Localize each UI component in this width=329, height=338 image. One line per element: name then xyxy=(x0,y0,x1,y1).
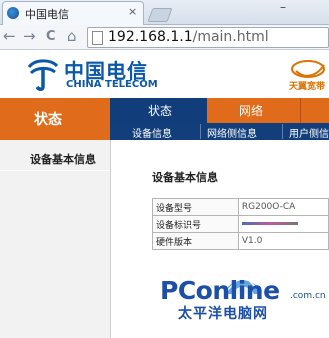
section-label: 状态 xyxy=(34,112,62,128)
row-value-redacted xyxy=(237,215,329,233)
subnav-divider xyxy=(200,124,201,139)
row-key: 设备型号 xyxy=(152,198,239,216)
subnav-user-side-info[interactable]: 用户侧信 xyxy=(289,125,329,140)
table-row: 设备标识号 xyxy=(152,215,329,233)
home-icon[interactable]: ⌂ xyxy=(67,29,77,44)
row-value: V1.0 xyxy=(237,232,329,250)
row-key: 设备标识号 xyxy=(152,215,239,233)
forward-icon[interactable]: → xyxy=(23,29,36,44)
china-telecom-logo-icon xyxy=(27,59,59,91)
watermark-brand: PConline xyxy=(160,276,280,305)
page-icon xyxy=(92,31,103,45)
redacted-value-bar xyxy=(241,222,298,225)
tab-close-icon[interactable]: × xyxy=(128,5,137,18)
device-info-table: 设备型号 RG200O-CA 设备标识号 硬件版本 V1.0 xyxy=(152,198,329,250)
browser-tab[interactable]: 中国电信 × xyxy=(2,1,144,25)
subnav-network-side-info[interactable]: 网络侧信息 xyxy=(207,125,257,140)
subnav-device-info[interactable]: 设备信息 xyxy=(132,125,172,140)
tab-title: 中国电信 xyxy=(25,8,69,21)
tab-network-label: 网络 xyxy=(239,104,264,118)
table-row: 硬件版本 V1.0 xyxy=(152,232,329,250)
row-key: 硬件版本 xyxy=(152,232,239,250)
url-host: 192.168.1.1 xyxy=(108,29,193,45)
url-text: 192.168.1.1/main.html xyxy=(108,28,269,47)
reload-icon[interactable]: C xyxy=(46,29,56,44)
subnav-divider xyxy=(282,124,283,139)
minimize-icon[interactable]: – xyxy=(280,0,286,14)
content-title: 设备基本信息 xyxy=(152,171,218,184)
watermark-cn: 太平洋电脑网 xyxy=(178,306,268,322)
brand-name-en: CHINA TELECOM xyxy=(66,79,158,90)
china-telecom-favicon-icon xyxy=(7,7,19,19)
sidebar-separator xyxy=(0,170,110,171)
watermark-suffix: .com.cn xyxy=(290,291,326,301)
row-value: RG200O-CA xyxy=(237,198,329,216)
url-path: /main.html xyxy=(192,29,269,45)
table-row: 设备型号 RG200O-CA xyxy=(152,198,329,216)
tianyi-broadband-text: 天翼宽带 xyxy=(289,82,326,92)
sidebar-item-device-basic-info[interactable]: 设备基本信息 xyxy=(30,151,96,167)
address-bar[interactable]: 192.168.1.1/main.html xyxy=(87,27,329,48)
back-icon[interactable]: ← xyxy=(3,29,16,44)
tab-status-label: 状态 xyxy=(148,104,173,118)
tab-more[interactable] xyxy=(300,98,329,123)
content-divider xyxy=(110,140,111,338)
